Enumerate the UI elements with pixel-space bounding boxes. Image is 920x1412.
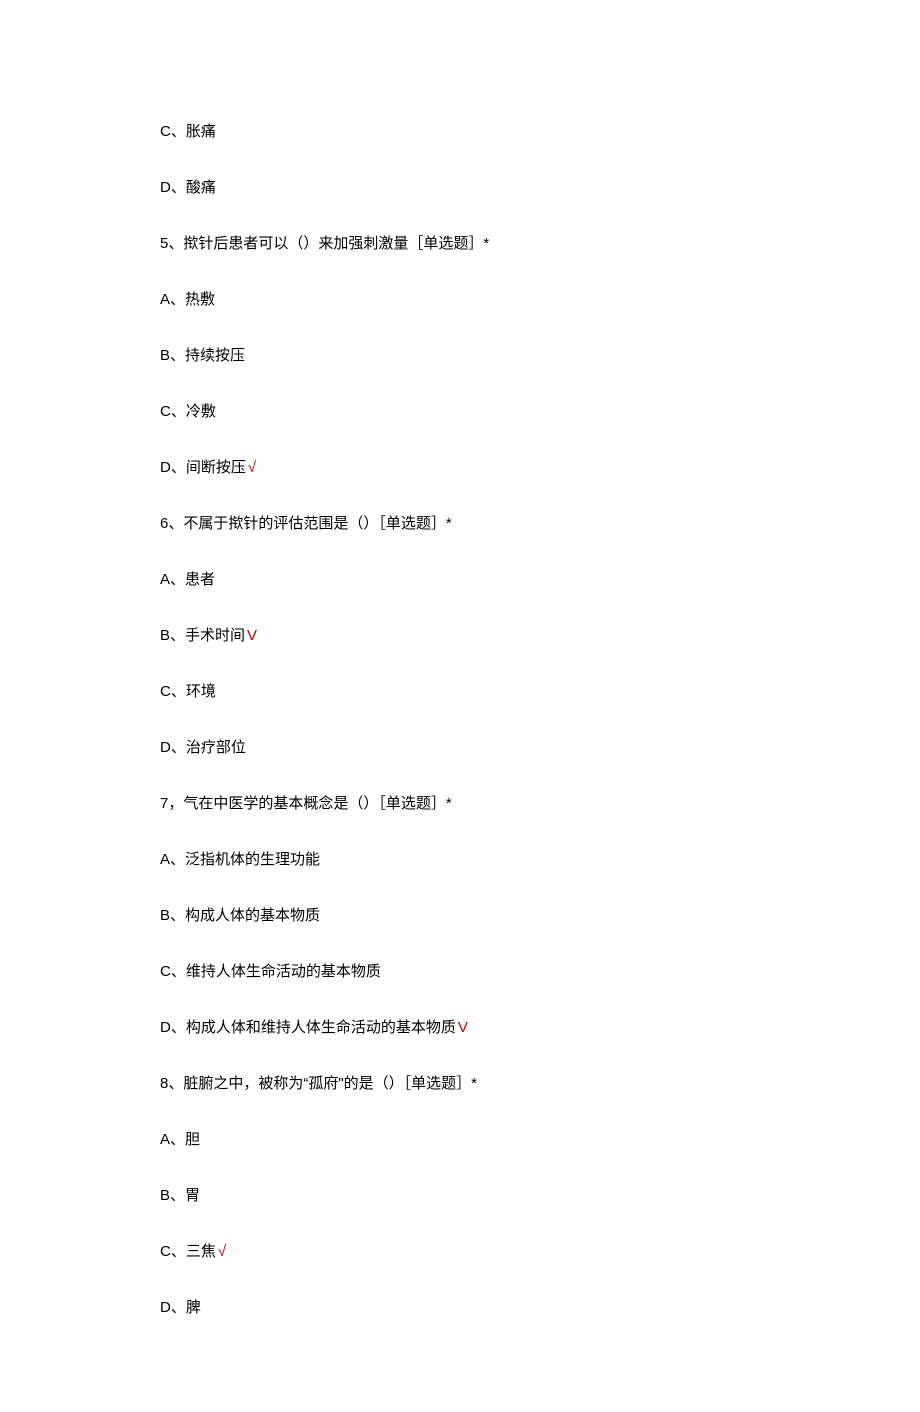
text-line: D、治疗部位	[160, 736, 760, 760]
text-line: C、维持人体生命活动的基本物质	[160, 960, 760, 984]
line-text: B、手术时间	[160, 627, 245, 644]
line-text: C、环境	[160, 683, 216, 700]
text-line: D、间断按压√	[160, 456, 760, 480]
text-line: C、三焦√	[160, 1240, 760, 1264]
text-line: 6、不属于揿针的评估范围是（）［单选题］*	[160, 512, 760, 536]
text-line: A、胆	[160, 1128, 760, 1152]
text-line: C、环境	[160, 680, 760, 704]
line-text: A、泛指机体的生理功能	[160, 851, 320, 868]
line-text: A、热敷	[160, 291, 215, 308]
text-line: D、脾	[160, 1296, 760, 1320]
line-text: D、构成人体和维持人体生命活动的基本物质	[160, 1019, 456, 1036]
line-text: 6、不属于揿针的评估范围是（）［单选题］*	[160, 515, 452, 532]
line-text: D、治疗部位	[160, 739, 246, 756]
text-line: A、泛指机体的生理功能	[160, 848, 760, 872]
line-text: C、三焦	[160, 1243, 216, 1260]
text-line: B、手术时间V	[160, 624, 760, 648]
line-text: D、脾	[160, 1299, 201, 1316]
line-text: B、持续按压	[160, 347, 245, 364]
text-line: A、患者	[160, 568, 760, 592]
text-line: 8、脏腑之中，被称为“孤府"的是（）［单选题］*	[160, 1072, 760, 1096]
line-text: C、维持人体生命活动的基本物质	[160, 963, 381, 980]
line-text: 8、脏腑之中，被称为“孤府"的是（）［单选题］*	[160, 1075, 477, 1092]
line-text: 5、揿针后患者可以（）来加强刺激量［单选题］*	[160, 235, 489, 252]
line-text: C、冷敷	[160, 403, 216, 420]
text-line: D、构成人体和维持人体生命活动的基本物质V	[160, 1016, 760, 1040]
text-line: A、热敷	[160, 288, 760, 312]
text-line: B、胃	[160, 1184, 760, 1208]
document-content: C、胀痛 D、酸痛 5、揿针后患者可以（）来加强刺激量［单选题］* A、热敷 B、持续按…	[160, 120, 760, 1320]
line-text: 7，气在中医学的基本概念是（）［单选题］*	[160, 795, 452, 812]
text-line: B、持续按压	[160, 344, 760, 368]
text-line: 5、揿针后患者可以（）来加强刺激量［单选题］*	[160, 232, 760, 256]
line-text: B、胃	[160, 1187, 200, 1204]
text-line: D、酸痛	[160, 176, 760, 200]
line-text: D、间断按压	[160, 459, 246, 476]
text-line: B、构成人体的基本物质	[160, 904, 760, 928]
line-text: B、构成人体的基本物质	[160, 907, 320, 924]
correct-mark: V	[247, 627, 257, 644]
correct-mark: V	[458, 1019, 468, 1036]
text-line: C、冷敷	[160, 400, 760, 424]
text-line: 7，气在中医学的基本概念是（）［单选题］*	[160, 792, 760, 816]
text-line: C、胀痛	[160, 120, 760, 144]
line-text: A、患者	[160, 571, 215, 588]
correct-mark: √	[248, 459, 256, 476]
correct-mark: √	[218, 1243, 226, 1260]
line-text: A、胆	[160, 1131, 200, 1148]
line-text: D、酸痛	[160, 179, 216, 196]
line-text: C、胀痛	[160, 123, 216, 140]
